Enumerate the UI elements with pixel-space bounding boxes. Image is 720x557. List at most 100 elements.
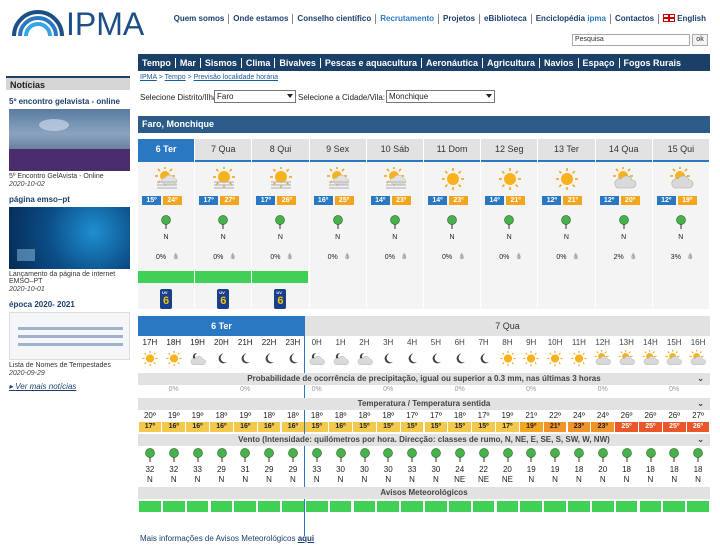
news-heading[interactable]: 5º encontro gelavista - online: [6, 97, 130, 106]
wind-pin-icon: [217, 215, 229, 231]
wind-direction: N: [335, 234, 341, 241]
day-label[interactable]: 14 Qua: [595, 139, 652, 160]
day-body: 17º 27º N 0% 💧: [195, 160, 252, 309]
news-date: 2020-09-29: [9, 370, 45, 377]
ipma-logo-icon[interactable]: [12, 8, 64, 38]
section-header-wind[interactable]: Vento (Intensidade: quilómetros por hora…: [138, 434, 710, 446]
wind-pin-icon: [192, 448, 204, 464]
breadcrumb-ipma[interactable]: IPMA: [140, 74, 157, 81]
wind-pin-icon: [168, 448, 180, 464]
wind-direction: NE: [454, 475, 466, 484]
section-header-precip[interactable]: Probabilidade de ocorrência de precipita…: [138, 373, 710, 385]
topnav-ebiblioteca[interactable]: eBiblioteca: [479, 14, 531, 24]
wind-speed: 20: [502, 465, 512, 474]
wind-direction: N: [647, 475, 654, 484]
topnav-english[interactable]: English: [658, 14, 710, 24]
news-caption: 5º Encontro GelAvista - Online: [9, 173, 104, 180]
nav-navios[interactable]: Navios: [539, 57, 578, 68]
wind-direction: N: [313, 475, 320, 484]
hourly-forecast: 6 Ter 7 Qua 17H 18H 19H 20H 21H 22H 23H 0H 1H 2H 3…: [138, 316, 710, 536]
topnav-enciclopedia[interactable]: Enciclopédia ipma: [530, 14, 610, 24]
day-label[interactable]: 12 Seg: [481, 139, 538, 160]
day-label[interactable]: 8 Qui: [252, 139, 309, 160]
nav-mar[interactable]: Mar: [174, 57, 200, 68]
temperature: 26º: [668, 411, 681, 420]
wind-pin-icon: [160, 215, 172, 231]
city-select[interactable]: Monchique: [386, 90, 495, 103]
hourly-day-tab[interactable]: 6 Ter: [138, 316, 305, 336]
day-label[interactable]: 10 Sáb: [366, 139, 423, 160]
day-label[interactable]: 15 Qui: [652, 139, 709, 160]
logo-text[interactable]: IPMA: [66, 6, 144, 43]
precip-probability: 0%: [442, 254, 453, 261]
avisos-aqui-link[interactable]: aqui: [298, 534, 314, 543]
news-heading[interactable]: página emso–pt: [6, 195, 130, 204]
day-label[interactable]: 11 Dom: [424, 139, 481, 160]
day-card[interactable]: 15 Qui 12º 19º N 3% 💧: [652, 139, 709, 309]
topnav-recrutamento[interactable]: Recrutamento: [375, 14, 438, 24]
feels-like: 16º: [329, 422, 352, 432]
warning-green-cell: [591, 501, 614, 512]
breadcrumb-tempo[interactable]: Tempo: [165, 74, 186, 81]
day-label[interactable]: 13 Ter: [538, 139, 595, 160]
district-select[interactable]: Faro: [214, 90, 296, 103]
day-card[interactable]: 8 Qui 17º 26º N 0% 💧: [252, 139, 309, 309]
temperature: 18º: [453, 411, 466, 420]
nav-sismos[interactable]: Sismos: [199, 57, 241, 68]
wind-speed: 18: [669, 465, 679, 474]
day-card[interactable]: 7 Qua 17º 27º N 0% 💧: [195, 139, 252, 309]
hour-label: 9H: [526, 338, 537, 347]
hourly-day-tab[interactable]: 7 Qua: [305, 316, 710, 336]
weather-icon: [642, 349, 660, 369]
search-ok-button[interactable]: ok: [692, 34, 708, 46]
wind-pin-icon: [144, 448, 156, 464]
chevron-down-icon[interactable]: ⌄: [697, 434, 704, 446]
nav-aeronautica[interactable]: Aeronáutica: [420, 57, 482, 68]
day-label[interactable]: 9 Sex: [309, 139, 366, 160]
nav-pescas[interactable]: Pescas e aquacultura: [319, 57, 421, 68]
topnav-contactos[interactable]: Contactos: [609, 14, 658, 24]
day-card[interactable]: 12 Seg 14º 21º N 0% 💧: [481, 139, 538, 309]
day-label[interactable]: 6 Ter: [138, 139, 195, 160]
hour-label: 7H: [478, 338, 489, 347]
day-card[interactable]: 10 Sáb 14º 23º N 0% 💧: [366, 139, 423, 309]
temperature: 18º: [358, 411, 371, 420]
more-news-link[interactable]: ▸ Ver mais notícias: [6, 382, 130, 391]
news-image-emso[interactable]: [9, 207, 130, 269]
day-label[interactable]: 7 Qua: [195, 139, 252, 160]
precip-probability: 0%: [213, 254, 224, 261]
day-card[interactable]: 6 Ter 15º 24º N 0% 💧: [138, 139, 195, 309]
topnav-conselho[interactable]: Conselho científico: [292, 14, 375, 24]
news-image-storm-names[interactable]: [9, 312, 130, 360]
nav-bivalves[interactable]: Bivalves: [274, 57, 320, 68]
temperature: 26º: [644, 411, 657, 420]
news-image-gelavista[interactable]: [9, 109, 130, 171]
topnav-projetos[interactable]: Projetos: [438, 14, 479, 24]
chevron-down-icon[interactable]: ⌄: [697, 398, 704, 410]
warning-green-cell: [329, 501, 352, 512]
raindrop-icon: 💧: [229, 254, 237, 260]
section-header-temp[interactable]: Temperatura / Temperatura sentida ⌄: [138, 398, 710, 410]
chevron-down-icon[interactable]: ⌄: [697, 373, 704, 385]
warning-green-cell: [687, 501, 709, 512]
news-heading[interactable]: época 2020- 2021: [6, 300, 130, 309]
temp-range: 12º 19º: [656, 196, 697, 205]
nav-tempo[interactable]: Tempo: [138, 58, 175, 68]
warning-green-cell: [520, 501, 543, 512]
nav-clima[interactable]: Clima: [240, 57, 275, 68]
warning-green-cell: [377, 501, 400, 512]
weather-icon: [211, 166, 237, 191]
day-card[interactable]: 14 Qua 12º 20º N 2% 💧: [595, 139, 652, 309]
topnav-onde-estamos[interactable]: Onde estamos: [228, 14, 292, 24]
search-input[interactable]: Pesquisa: [572, 34, 690, 46]
day-card[interactable]: 11 Dom 14º 23º N 0% 💧: [424, 139, 481, 309]
day-card[interactable]: 13 Ter 12º 21º N 0% 💧: [538, 139, 595, 309]
day-card[interactable]: 9 Sex 16º 25º N 0% 💧: [309, 139, 366, 309]
day-body: 12º 20º N 2% 💧: [595, 160, 652, 309]
nav-fogos[interactable]: Fogos Rurais: [618, 57, 686, 68]
nav-espaco[interactable]: Espaço: [577, 57, 619, 68]
nav-agricultura[interactable]: Agricultura: [482, 57, 539, 68]
topnav-quem-somos[interactable]: Quem somos: [170, 14, 229, 24]
english-label: English: [677, 14, 706, 23]
breadcrumb-current[interactable]: Previsão localidade horária: [194, 74, 278, 81]
